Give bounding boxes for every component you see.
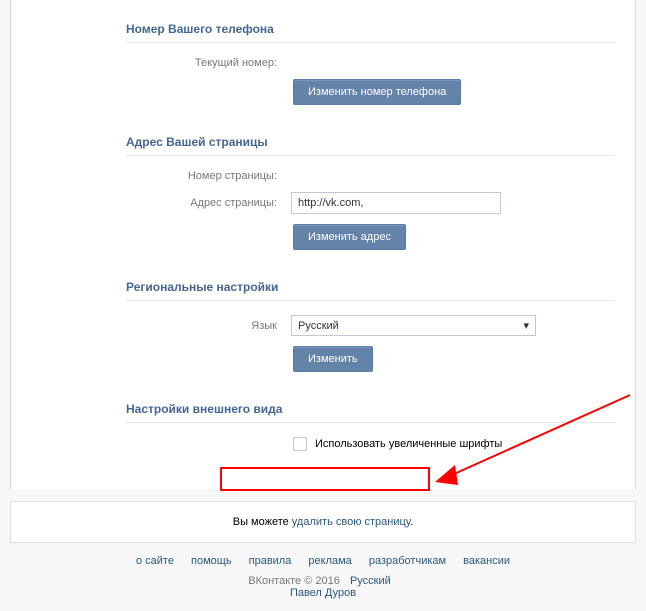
settings-content: Номер Вашего телефона Текущий номер: Изм… xyxy=(10,0,636,489)
change-language-button[interactable]: Изменить xyxy=(293,346,373,372)
delete-prefix: Вы можете xyxy=(233,516,292,528)
footer-brand: ВКонтакте xyxy=(248,575,301,587)
regional-section-title: Региональные настройки xyxy=(126,268,615,301)
language-select[interactable]: Русский ▾ xyxy=(291,315,536,336)
address-section: Адрес Вашей страницы Номер страницы: Адр… xyxy=(31,123,615,250)
footer-copyright: © 2016 xyxy=(304,575,340,587)
chevron-down-icon: ▾ xyxy=(523,319,529,332)
phone-section: Номер Вашего телефона Текущий номер: Изм… xyxy=(31,10,615,105)
appearance-section: Настройки внешнего вида Использовать уве… xyxy=(31,390,615,451)
address-section-title: Адрес Вашей страницы xyxy=(126,123,615,156)
current-phone-label: Текущий номер: xyxy=(31,57,291,69)
language-label: Язык xyxy=(31,320,291,332)
page-number-row: Номер страницы: xyxy=(31,170,615,182)
current-phone-row: Текущий номер: xyxy=(31,57,615,69)
delete-page-link[interactable]: удалить свою страницу xyxy=(292,516,410,528)
delete-suffix: . xyxy=(410,516,413,528)
regional-section: Региональные настройки Язык Русский ▾ Из… xyxy=(31,268,615,372)
phone-section-title: Номер Вашего телефона xyxy=(126,10,615,43)
page-address-row: Адрес страницы: xyxy=(31,192,615,214)
language-select-value: Русский xyxy=(298,320,339,332)
large-fonts-label: Использовать увеличенные шрифты xyxy=(315,438,502,450)
delete-page-box: Вы можете удалить свою страницу. xyxy=(10,501,636,543)
footer-creator-link[interactable]: Павел Дуров xyxy=(290,587,356,599)
footer-language-link[interactable]: Русский xyxy=(350,575,391,587)
page-number-label: Номер страницы: xyxy=(31,170,291,182)
large-fonts-checkbox[interactable] xyxy=(293,437,307,451)
large-fonts-row: Использовать увеличенные шрифты xyxy=(31,437,615,451)
page-address-input[interactable] xyxy=(291,192,501,214)
language-row: Язык Русский ▾ xyxy=(31,315,615,336)
appearance-section-title: Настройки внешнего вида xyxy=(126,390,615,423)
change-address-button[interactable]: Изменить адрес xyxy=(293,224,406,250)
page-address-label: Адрес страницы: xyxy=(31,197,291,209)
footer: о сайте помощь правила реклама разработч… xyxy=(0,543,646,611)
change-phone-button[interactable]: Изменить номер телефона xyxy=(293,79,461,105)
